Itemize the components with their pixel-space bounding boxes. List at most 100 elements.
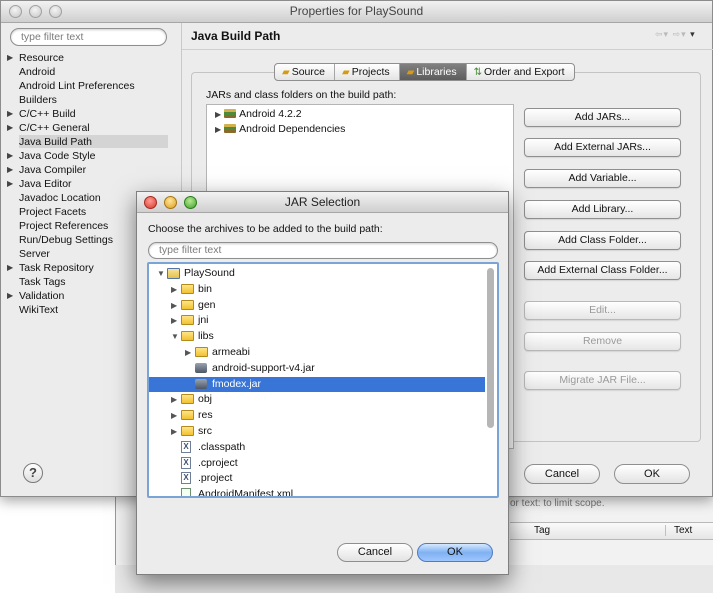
sidebar-item-project-references[interactable]: Project References xyxy=(19,219,108,233)
sidebar-item-c-c-general[interactable]: ▶ C/C++ General xyxy=(7,121,90,135)
tree-item-label: bin xyxy=(198,282,213,295)
sidebar-item-label: Server xyxy=(19,248,50,260)
dialog-filter-input[interactable]: type filter text xyxy=(148,242,498,259)
sidebar-item-validation[interactable]: ▶ Validation xyxy=(7,289,64,303)
sidebar-item-java-editor[interactable]: ▶ Java Editor xyxy=(7,177,72,191)
minimize-window-icon[interactable] xyxy=(29,5,42,18)
sidebar-item-java-build-path[interactable]: Java Build Path xyxy=(19,135,92,149)
sidebar-item-android-lint-preferences[interactable]: Android Lint Preferences xyxy=(19,79,135,93)
view-menu-icon[interactable]: ▾ xyxy=(690,29,696,39)
sidebar-item-java-code-style[interactable]: ▶ Java Code Style xyxy=(7,149,95,163)
tree-item[interactable]: X .classpath xyxy=(149,440,485,455)
dialog-cancel-button[interactable]: Cancel xyxy=(337,543,413,562)
cancel-button[interactable]: Cancel xyxy=(524,464,600,484)
sidebar-item-task-repository[interactable]: ▶ Task Repository xyxy=(7,261,94,275)
sidebar-item-run-debug-settings[interactable]: Run/Debug Settings xyxy=(19,233,113,247)
tree-item-label: obj xyxy=(198,393,213,406)
sidebar-item-android[interactable]: Android xyxy=(19,65,55,79)
tree-item[interactable]: ▶ res xyxy=(149,408,485,423)
expand-arrow-icon[interactable]: ▶ xyxy=(7,163,13,177)
list-item[interactable]: ▶ Android Dependencies xyxy=(215,122,345,136)
tree-item[interactable]: ▶ obj xyxy=(149,392,485,407)
add-class-folder-button[interactable]: Add Class Folder... xyxy=(524,231,681,250)
add-external-class-folder-button[interactable]: Add External Class Folder... xyxy=(524,261,681,280)
close-window-icon[interactable] xyxy=(9,5,22,18)
tab-projects[interactable]: ▰ Projects xyxy=(335,64,400,80)
window-title: Properties for PlaySound xyxy=(289,4,424,18)
sidebar-item-label: Project References xyxy=(19,220,109,232)
expand-arrow-icon[interactable]: ▶ xyxy=(171,282,177,297)
file-tree[interactable]: ▼ PlaySound ▶ bin ▶ gen ▶ jni ▼ libs ▶ armeabi andro… xyxy=(147,262,499,498)
sidebar-item-task-tags[interactable]: Task Tags xyxy=(19,275,66,289)
file-icon: X xyxy=(181,472,191,485)
expand-arrow-icon[interactable]: ▶ xyxy=(171,424,177,439)
remove-button[interactable]: Remove xyxy=(524,332,681,351)
expand-arrow-icon[interactable]: ▶ xyxy=(7,261,13,275)
sidebar-item-wikitext[interactable]: WikiText xyxy=(19,303,58,317)
migrate-jar-file-button[interactable]: Migrate JAR File... xyxy=(524,371,681,390)
edit-button[interactable]: Edit... xyxy=(524,301,681,320)
add-external-jars-button[interactable]: Add External JARs... xyxy=(524,138,681,157)
add-variable-button[interactable]: Add Variable... xyxy=(524,169,681,188)
expand-arrow-icon[interactable]: ▶ xyxy=(7,51,13,65)
tree-item[interactable]: android-support-v4.jar xyxy=(149,361,485,376)
sidebar-item-server[interactable]: Server xyxy=(19,247,50,261)
minimize-dialog-icon[interactable] xyxy=(164,196,177,209)
sidebar-item-label: Task Tags xyxy=(19,276,66,288)
sidebar-item-builders[interactable]: Builders xyxy=(19,93,57,107)
tree-item[interactable]: X .project xyxy=(149,471,485,486)
tree-item[interactable]: X .cproject xyxy=(149,456,485,471)
expand-arrow-icon[interactable]: ▶ xyxy=(171,408,177,423)
tree-scrollbar[interactable] xyxy=(487,268,494,428)
sidebar-item-resource[interactable]: ▶ Resource xyxy=(7,51,64,65)
expand-arrow-icon[interactable]: ▶ xyxy=(171,298,177,313)
tree-item[interactable]: ▶ jni xyxy=(149,313,485,328)
tree-item-label: fmodex.jar xyxy=(212,377,262,390)
expand-arrow-icon[interactable]: ▶ xyxy=(7,177,13,191)
tree-item[interactable]: ▶ src xyxy=(149,424,485,439)
list-item[interactable]: ▶ Android 4.2.2 xyxy=(215,107,302,121)
tab-source[interactable]: ▰ Source xyxy=(275,64,335,80)
tree-item[interactable]: ▼ libs xyxy=(149,329,485,344)
collapse-arrow-icon[interactable]: ▼ xyxy=(157,266,165,281)
close-dialog-icon[interactable] xyxy=(144,196,157,209)
zoom-window-icon[interactable] xyxy=(49,5,62,18)
forward-arrow-icon[interactable]: ⇨▾ xyxy=(673,29,687,39)
expand-arrow-icon[interactable]: ▶ xyxy=(171,392,177,407)
tab-libraries[interactable]: ▰ Libraries xyxy=(399,64,467,80)
sidebar-item-java-compiler[interactable]: ▶ Java Compiler xyxy=(7,163,86,177)
ok-button[interactable]: OK xyxy=(614,464,690,484)
tab-order-export[interactable]: ⇅ Order and Export xyxy=(467,64,574,80)
add-library-button[interactable]: Add Library... xyxy=(524,200,681,219)
expand-arrow-icon[interactable]: ▶ xyxy=(215,110,221,119)
tree-item[interactable]: ▶ gen xyxy=(149,298,485,313)
tree-item-label: AndroidManifest.xml xyxy=(198,488,294,498)
tree-item[interactable]: ▶ armeabi xyxy=(149,345,485,360)
tree-item[interactable]: ▶ bin xyxy=(149,282,485,297)
column-text[interactable]: Text xyxy=(665,525,692,536)
tree-item[interactable]: AndroidManifest.xml xyxy=(149,487,485,498)
back-arrow-icon[interactable]: ⇦▾ xyxy=(655,29,669,39)
sidebar-item-javadoc-location[interactable]: Javadoc Location xyxy=(19,191,101,205)
expand-arrow-icon[interactable]: ▶ xyxy=(215,125,221,134)
library-icon xyxy=(224,124,237,133)
column-tag[interactable]: Tag xyxy=(534,525,550,536)
tree-item[interactable]: ▼ PlaySound xyxy=(149,266,485,281)
projects-icon: ▰ xyxy=(341,67,350,78)
expand-arrow-icon[interactable]: ▶ xyxy=(7,121,13,135)
project-icon xyxy=(167,268,180,279)
expand-arrow-icon[interactable]: ▶ xyxy=(185,345,191,360)
collapse-arrow-icon[interactable]: ▼ xyxy=(171,329,179,344)
tree-item[interactable]: fmodex.jar xyxy=(149,376,485,392)
sidebar-item-project-facets[interactable]: Project Facets xyxy=(19,205,86,219)
nav-filter-input[interactable]: type filter text xyxy=(10,28,167,46)
dialog-ok-button[interactable]: OK xyxy=(417,543,493,562)
help-icon[interactable]: ? xyxy=(23,463,43,483)
add-jars-button[interactable]: Add JARs... xyxy=(524,108,681,127)
expand-arrow-icon[interactable]: ▶ xyxy=(7,107,13,121)
sidebar-item-c-c-build[interactable]: ▶ C/C++ Build xyxy=(7,107,76,121)
expand-arrow-icon[interactable]: ▶ xyxy=(7,289,13,303)
expand-arrow-icon[interactable]: ▶ xyxy=(7,149,13,163)
zoom-dialog-icon[interactable] xyxy=(184,196,197,209)
expand-arrow-icon[interactable]: ▶ xyxy=(171,313,177,328)
